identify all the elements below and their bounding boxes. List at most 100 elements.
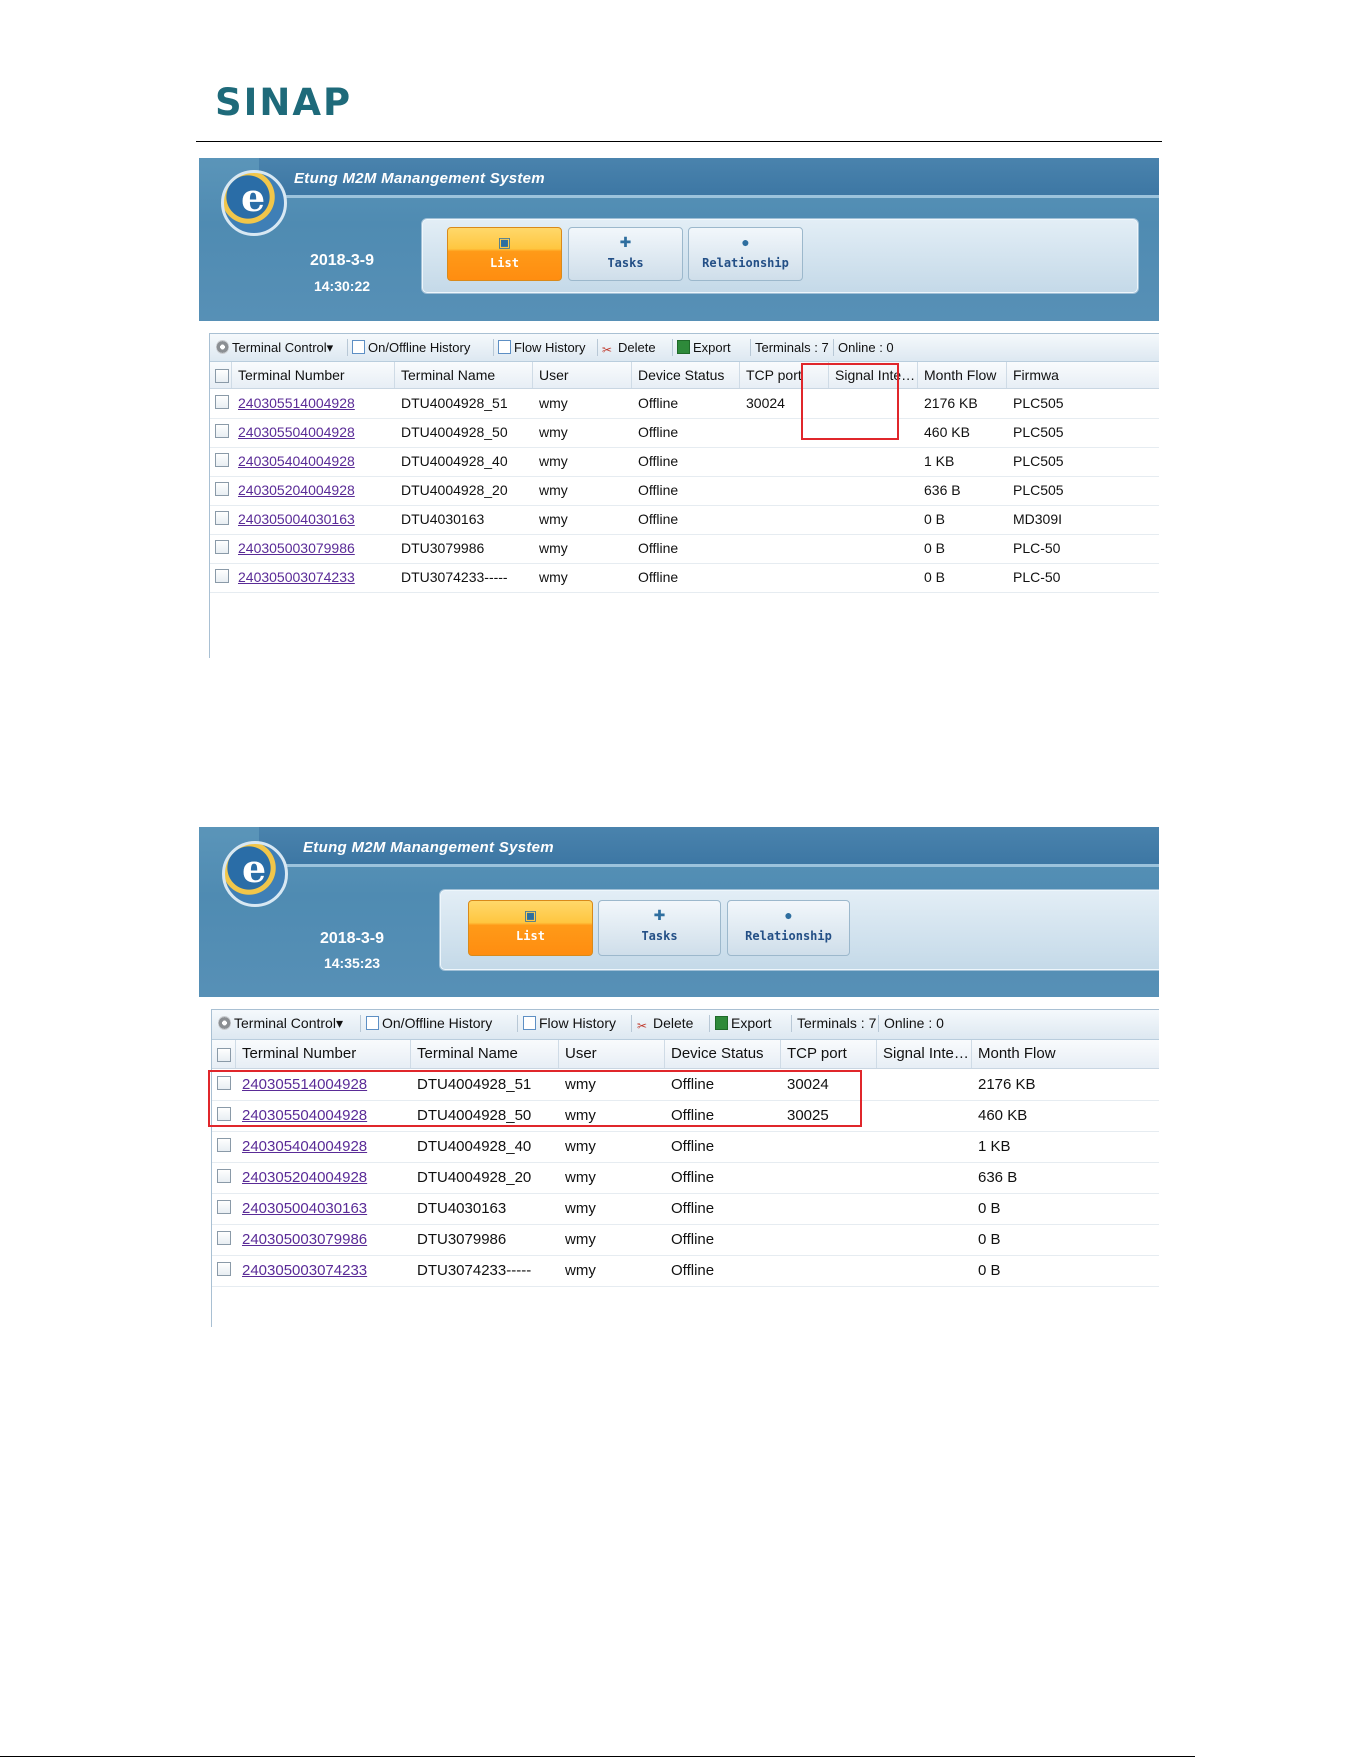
col-month-flow[interactable]: Month Flow bbox=[972, 1040, 1159, 1068]
signal-cell bbox=[877, 1100, 972, 1131]
table-row[interactable]: 240305204004928 DTU4004928_20 wmy Offline 63… bbox=[212, 1162, 1159, 1194]
table-row[interactable]: 240305404004928 DTU4004928_40 wmy Offline 1 … bbox=[210, 447, 1159, 477]
tcp-port-cell bbox=[740, 505, 829, 534]
col-tcp-port[interactable]: TCP port bbox=[781, 1040, 877, 1068]
month-flow-cell: 460 KB bbox=[924, 424, 970, 440]
table-row[interactable]: 240305003079986 DTU3079986 wmy Offline 0 B PL… bbox=[210, 534, 1159, 564]
table-row[interactable]: 240305404004928 DTU4004928_40 wmy Offline 1 … bbox=[212, 1131, 1159, 1163]
terminal-number-link[interactable]: 240305003079986 bbox=[232, 534, 395, 563]
row-checkbox[interactable] bbox=[215, 540, 229, 554]
device-status-cell: Offline bbox=[671, 1138, 715, 1155]
terminal-control-button[interactable]: Terminal Control▾ bbox=[218, 1016, 343, 1031]
terminal-number-link[interactable]: 240305004030163 bbox=[236, 1193, 411, 1224]
month-flow-cell: 1 KB bbox=[924, 453, 955, 469]
tab-relationship[interactable]: ● Relationship bbox=[688, 227, 803, 281]
tcp-port-cell bbox=[781, 1255, 877, 1286]
terminal-number-link[interactable]: 240305004030163 bbox=[232, 505, 395, 534]
document-icon bbox=[352, 340, 365, 354]
terminal-control-button[interactable]: Terminal Control▾ bbox=[216, 340, 333, 355]
col-terminal-number[interactable]: Terminal Number bbox=[236, 1040, 411, 1068]
terminal-number-link[interactable]: 240305003079986 bbox=[236, 1224, 411, 1255]
signal-cell bbox=[877, 1131, 972, 1162]
excel-icon bbox=[677, 340, 690, 354]
terminal-number-link[interactable]: 240305514004928 bbox=[232, 389, 395, 418]
app-title: Etung M2M Manangement System bbox=[303, 839, 554, 856]
terminal-number-link[interactable]: 240305204004928 bbox=[232, 476, 395, 505]
col-signal-intensity[interactable]: Signal Inte… bbox=[877, 1040, 972, 1068]
terminal-number-link[interactable]: 240305404004928 bbox=[232, 447, 395, 476]
table-row[interactable]: 240305003079986 DTU3079986 wmy Offline 0 B bbox=[212, 1224, 1159, 1256]
onoffline-history-button[interactable]: On/Offline History bbox=[366, 1016, 492, 1031]
table-row[interactable]: 240305504004928 DTU4004928_50 wmy Offline 46… bbox=[210, 418, 1159, 448]
month-flow-cell: 0 B bbox=[978, 1200, 1001, 1217]
screenshot-1: e Etung M2M Manangement System 2018-3-9 … bbox=[199, 158, 1159, 658]
table-row[interactable]: 240305004030163 DTU4030163 wmy Offline 0 B MD… bbox=[210, 505, 1159, 535]
user-cell: wmy bbox=[565, 1262, 596, 1279]
row-checkbox[interactable] bbox=[215, 569, 229, 583]
terminal-name-cell: DTU4004928_20 bbox=[417, 1169, 532, 1186]
row-checkbox[interactable] bbox=[215, 482, 229, 496]
user-cell: wmy bbox=[539, 424, 568, 440]
terminal-name-cell: DTU4004928_40 bbox=[401, 453, 508, 469]
firmware-cell: PLC505 bbox=[1013, 482, 1064, 498]
row-checkbox[interactable] bbox=[217, 1262, 231, 1276]
user-cell: wmy bbox=[539, 482, 568, 498]
col-user[interactable]: User bbox=[533, 362, 632, 388]
delete-button[interactable]: ✂ Delete bbox=[602, 340, 656, 357]
terminal-number-link[interactable]: 240305003074233 bbox=[236, 1255, 411, 1286]
terminal-name-cell: DTU4004928_20 bbox=[401, 482, 508, 498]
row-checkbox[interactable] bbox=[217, 1231, 231, 1245]
table-row[interactable]: 240305004030163 DTU4030163 wmy Offline 0 B bbox=[212, 1193, 1159, 1225]
delete-button[interactable]: ✂ Delete bbox=[637, 1016, 693, 1034]
row-checkbox[interactable] bbox=[215, 511, 229, 525]
row-checkbox[interactable] bbox=[217, 1138, 231, 1152]
row-checkbox[interactable] bbox=[215, 424, 229, 438]
onoffline-history-button[interactable]: On/Offline History bbox=[352, 340, 470, 355]
terminal-number-link[interactable]: 240305003074233 bbox=[232, 563, 395, 592]
firmware-cell: PLC505 bbox=[1013, 453, 1064, 469]
select-all-checkbox[interactable] bbox=[217, 1048, 231, 1062]
flow-history-button[interactable]: Flow History bbox=[498, 340, 586, 355]
col-month-flow[interactable]: Month Flow bbox=[918, 362, 1007, 388]
col-terminal-number[interactable]: Terminal Number bbox=[232, 362, 395, 388]
row-checkbox[interactable] bbox=[217, 1200, 231, 1214]
highlight-box bbox=[801, 363, 899, 440]
table-row[interactable]: 240305003074233 DTU3074233----- wmy Offline… bbox=[212, 1255, 1159, 1287]
col-user[interactable]: User bbox=[559, 1040, 665, 1068]
select-all-checkbox[interactable] bbox=[215, 369, 229, 383]
device-status-cell: Offline bbox=[638, 482, 679, 498]
nav-bar: ▣ List ✚ Tasks ● Relationship bbox=[421, 218, 1139, 294]
terminal-number-link[interactable]: 240305204004928 bbox=[236, 1162, 411, 1193]
tab-list[interactable]: ▣ List bbox=[468, 900, 593, 956]
tab-list[interactable]: ▣ List bbox=[447, 227, 562, 281]
app-logo-icon: e bbox=[222, 841, 288, 907]
col-terminal-name[interactable]: Terminal Name bbox=[411, 1040, 559, 1068]
col-terminal-name[interactable]: Terminal Name bbox=[395, 362, 533, 388]
month-flow-cell: 0 B bbox=[924, 569, 946, 585]
export-button[interactable]: Export bbox=[677, 340, 731, 355]
firmware-cell: PLC-50 bbox=[1013, 569, 1061, 585]
flow-history-button[interactable]: Flow History bbox=[523, 1016, 616, 1031]
table-row[interactable]: 240305514004928 DTU4004928_51 wmy Offline 30… bbox=[210, 389, 1159, 419]
terminal-number-link[interactable]: 240305504004928 bbox=[232, 418, 395, 447]
month-flow-cell: 0 B bbox=[924, 511, 946, 527]
tab-tasks[interactable]: ✚ Tasks bbox=[568, 227, 683, 281]
row-checkbox[interactable] bbox=[215, 395, 229, 409]
user-cell: wmy bbox=[539, 569, 568, 585]
tab-relationship[interactable]: ● Relationship bbox=[727, 900, 850, 956]
table-row[interactable]: 240305003074233 DTU3074233----- wmy Offline… bbox=[210, 563, 1159, 593]
tcp-port-cell bbox=[740, 476, 829, 505]
table-header: Terminal Number Terminal Name User Devic… bbox=[212, 1040, 1159, 1069]
firmware-cell: PLC-50 bbox=[1013, 540, 1061, 556]
col-firmware[interactable]: Firmwa bbox=[1007, 362, 1159, 388]
tab-tasks[interactable]: ✚ Tasks bbox=[598, 900, 721, 956]
device-status-cell: Offline bbox=[638, 453, 679, 469]
row-checkbox[interactable] bbox=[215, 453, 229, 467]
col-device-status[interactable]: Device Status bbox=[665, 1040, 781, 1068]
terminal-number-link[interactable]: 240305404004928 bbox=[236, 1131, 411, 1162]
month-flow-cell: 460 KB bbox=[978, 1107, 1028, 1124]
table-row[interactable]: 240305204004928 DTU4004928_20 wmy Offline 63… bbox=[210, 476, 1159, 506]
col-device-status[interactable]: Device Status bbox=[632, 362, 740, 388]
row-checkbox[interactable] bbox=[217, 1169, 231, 1183]
export-button[interactable]: Export bbox=[715, 1016, 771, 1031]
